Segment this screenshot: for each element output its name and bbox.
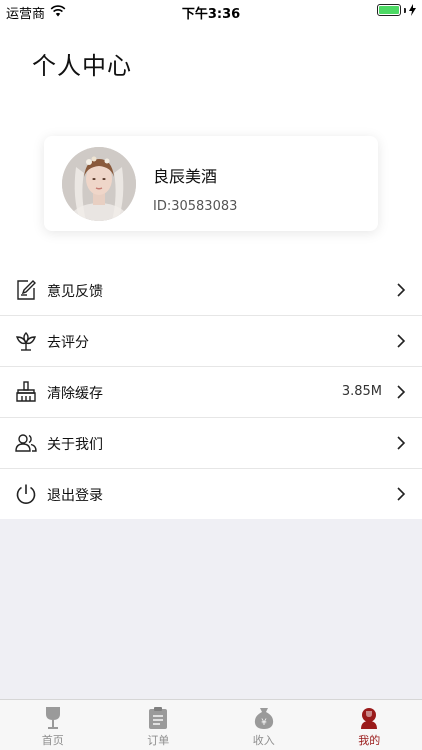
settings-menu: 意见反馈 去评分 清除缓存 3.85M 关于我们 退出登录 bbox=[0, 265, 422, 520]
status-time: 下午3:36 bbox=[181, 7, 241, 22]
chevron-right-icon bbox=[396, 384, 406, 400]
page-title: 个人中心 bbox=[32, 52, 132, 80]
chevron-right-icon bbox=[396, 282, 406, 298]
charging-bolt-icon bbox=[409, 4, 416, 16]
tab-bar: 首页 订单 ¥ 收入 我的 bbox=[0, 699, 422, 750]
wine-glass-icon bbox=[42, 706, 64, 730]
profile-card[interactable]: 良辰美酒 ID:30583083 bbox=[44, 136, 378, 231]
flower-rate-icon bbox=[14, 329, 38, 353]
chevron-right-icon bbox=[396, 333, 406, 349]
money-bag-icon: ¥ bbox=[253, 706, 275, 730]
menu-item-feedback[interactable]: 意见反馈 bbox=[0, 265, 422, 316]
menu-label: 意见反馈 bbox=[47, 284, 103, 300]
tab-label: 收入 bbox=[252, 734, 275, 747]
menu-label: 清除缓存 bbox=[47, 386, 103, 402]
chevron-right-icon bbox=[396, 486, 406, 502]
svg-text:¥: ¥ bbox=[261, 718, 267, 728]
profile-wine-icon bbox=[358, 706, 380, 730]
tab-label: 订单 bbox=[147, 734, 170, 747]
tab-mine[interactable]: 我的 bbox=[317, 700, 422, 750]
menu-item-logout[interactable]: 退出登录 bbox=[0, 469, 422, 520]
chevron-right-icon bbox=[396, 435, 406, 451]
tab-income[interactable]: ¥ 收入 bbox=[211, 700, 317, 750]
power-icon bbox=[14, 482, 38, 506]
tab-label: 首页 bbox=[41, 734, 64, 747]
users-icon bbox=[14, 431, 38, 455]
battery-icon bbox=[377, 4, 416, 16]
menu-item-clear-cache[interactable]: 清除缓存 3.85M bbox=[0, 367, 422, 418]
menu-item-rate[interactable]: 去评分 bbox=[0, 316, 422, 367]
broom-icon bbox=[14, 380, 38, 404]
clipboard-icon bbox=[147, 706, 169, 730]
tab-orders[interactable]: 订单 bbox=[106, 700, 212, 750]
feedback-edit-icon bbox=[14, 278, 38, 302]
tab-home[interactable]: 首页 bbox=[0, 700, 106, 750]
menu-item-about-us[interactable]: 关于我们 bbox=[0, 418, 422, 469]
tab-label: 我的 bbox=[358, 734, 381, 747]
menu-label: 退出登录 bbox=[47, 488, 103, 504]
user-id: ID:30583083 bbox=[153, 199, 238, 214]
avatar[interactable] bbox=[62, 147, 136, 221]
cache-size-value: 3.85M bbox=[341, 384, 382, 399]
status-bar: 运营商 下午3:36 bbox=[0, 0, 422, 22]
menu-label: 去评分 bbox=[47, 335, 89, 351]
user-name: 良辰美酒 bbox=[153, 167, 218, 186]
menu-label: 关于我们 bbox=[47, 437, 103, 453]
